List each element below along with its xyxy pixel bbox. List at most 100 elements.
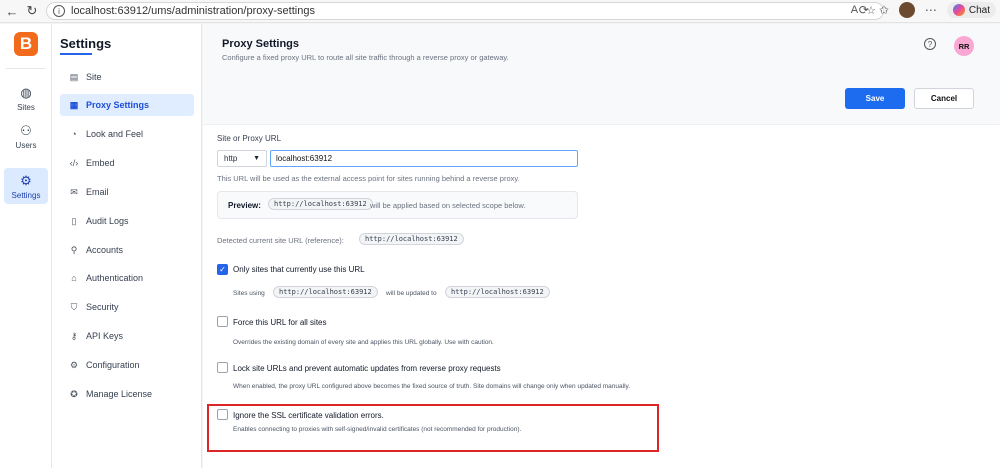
refresh-icon[interactable]: ↻ [22, 1, 42, 21]
save-button[interactable]: Save [845, 88, 905, 109]
rail-item-users[interactable]: ⚇ Users [4, 118, 48, 154]
sidebar-item-configuration[interactable]: ⚙ Configuration [60, 354, 194, 376]
sidebar-item-label: Look and Feel [86, 129, 144, 139]
sidebar-item-label: Audit Logs [86, 216, 129, 226]
rail-item-label: Users [15, 140, 37, 150]
back-icon[interactable]: ← [2, 1, 22, 21]
sites-using-mid: will be updated to [386, 290, 437, 297]
profile-avatar[interactable] [898, 2, 915, 18]
sidebar-item-label: Proxy Settings [86, 100, 150, 110]
chat-button-label: Chat [968, 4, 990, 16]
sidebar-item-label: Accounts [86, 245, 124, 255]
gear-icon: ⚙ [20, 172, 32, 188]
sidebar-item-label: API Keys [86, 331, 124, 341]
only-matching-sites-checkbox[interactable]: ✓ [217, 264, 228, 275]
sidebar-item-label: Email [86, 187, 109, 197]
preview-suffix: will be applied based on selected scope … [370, 201, 526, 210]
lock-site-urls-label: Lock site URLs and prevent automatic upd… [233, 364, 501, 373]
sidebar-item-label: Security [86, 302, 119, 312]
header-divider [203, 124, 1000, 125]
rail-divider [6, 68, 46, 69]
help-icon[interactable]: ? [924, 38, 936, 50]
sidebar-item-embed[interactable]: ‹/› Embed [60, 152, 194, 174]
rail-item-settings[interactable]: ⚙ Settings [4, 168, 48, 204]
settings-sidebar: Settings ▤ Site ▦ Proxy Settings ◔ Look … [52, 24, 202, 468]
proxy-url-value: localhost:63912 [276, 154, 333, 163]
sidebar-item-security[interactable]: ⛉ Security [60, 296, 194, 318]
sidebar-item-accounts[interactable]: ⚲ Accounts [60, 239, 194, 261]
sites-using-from-url-pill: http://localhost:63912 [273, 286, 378, 298]
site-info-icon[interactable]: i [53, 5, 65, 17]
force-url-all-sites-checkbox[interactable] [217, 316, 228, 327]
code-icon: ‹/› [69, 158, 79, 168]
read-aloud-icon[interactable]: A [851, 4, 858, 17]
proxy-icon: ▦ [69, 99, 79, 110]
lock-site-urls-note: When enabled, the proxy URL configured a… [233, 383, 631, 390]
sidebar-item-manage-license[interactable]: ✪ Manage License [60, 383, 194, 405]
sidebar-item-api-keys[interactable]: ⚷ API Keys [60, 325, 194, 347]
detected-url-label: Detected current site URL (reference): [217, 236, 344, 245]
preview-label: Preview: [228, 201, 261, 210]
page-subtitle: Configure a fixed proxy URL to route all… [222, 53, 509, 62]
main-content: Proxy Settings Configure a fixed proxy U… [203, 24, 1000, 468]
sidebar-title-underline [60, 53, 92, 55]
sidebar-title: Settings [60, 36, 112, 51]
force-url-all-sites-label: Force this URL for all sites [233, 318, 327, 327]
only-matching-sites-label: Only sites that currently use this URL [233, 265, 365, 274]
page-header: Proxy Settings Configure a fixed proxy U… [203, 24, 1000, 124]
sidebar-item-site[interactable]: ▤ Site [60, 66, 194, 88]
address-text: localhost:63912/ums/administration/proxy… [71, 5, 315, 17]
site-icon: ▤ [69, 71, 79, 82]
sidebar-item-proxy-settings[interactable]: ▦ Proxy Settings [60, 94, 194, 116]
sidebar-item-look-and-feel[interactable]: ◔ Look and Feel [60, 123, 194, 145]
highlight-box [207, 404, 659, 452]
protocol-select[interactable]: http ▼ [217, 150, 267, 167]
protocol-value: http [224, 154, 238, 163]
accounts-icon: ⚲ [70, 244, 78, 255]
preview-box: Preview: http://localhost:63912 will be … [217, 191, 578, 219]
sidebar-item-label: Site [86, 72, 102, 82]
address-bar[interactable]: i localhost:63912/ums/administration/pro… [46, 2, 884, 20]
license-icon: ✪ [70, 388, 78, 399]
detected-url-pill: http://localhost:63912 [359, 233, 464, 245]
app-rail: B ◍ Sites ⚇ Users ⚙ Settings [0, 24, 52, 468]
extensions-icon[interactable]: ⟳ [859, 3, 869, 17]
sites-using-prefix: Sites using [233, 290, 265, 297]
globe-icon: ◍ [20, 84, 32, 100]
sidebar-item-label: Manage License [86, 389, 153, 399]
audit-log-icon: ▯ [71, 215, 77, 226]
copilot-icon [952, 4, 965, 16]
more-menu-icon[interactable]: ⋯ [925, 3, 937, 17]
shield-icon: ⛉ [70, 301, 78, 312]
sites-using-to-url-pill: http://localhost:63912 [445, 286, 550, 298]
lock-icon: ⌂ [71, 273, 77, 283]
sidebar-item-label: Configuration [86, 360, 140, 370]
sidebar-item-audit-logs[interactable]: ▯ Audit Logs [60, 210, 194, 232]
proxy-url-input[interactable]: localhost:63912 [270, 150, 578, 167]
mail-icon: ✉ [70, 186, 78, 197]
users-icon: ⚇ [20, 122, 32, 138]
sidebar-item-email[interactable]: ✉ Email [60, 181, 194, 203]
palette-icon: ◔ [71, 129, 77, 139]
user-avatar[interactable]: RR [954, 36, 974, 56]
cancel-button[interactable]: Cancel [914, 88, 974, 109]
browser-toolbar: ← ↻ i localhost:63912/ums/administration… [0, 0, 1000, 23]
rail-item-label: Settings [11, 190, 41, 200]
chevron-down-icon: ▼ [253, 155, 260, 162]
sidebar-item-label: Embed [86, 158, 115, 168]
sidebar-item-label: Authentication [86, 273, 144, 283]
url-field-label: Site or Proxy URL [217, 134, 282, 143]
sidebar-item-authentication[interactable]: ⌂ Authentication [60, 267, 194, 289]
favorites-icon[interactable]: ✩ [879, 3, 889, 17]
configuration-gear-icon: ⚙ [69, 359, 79, 370]
page-title: Proxy Settings [222, 38, 300, 50]
rail-item-label: Sites [17, 102, 35, 112]
preview-url-pill: http://localhost:63912 [268, 198, 373, 210]
url-helper-text: This URL will be used as the external ac… [217, 174, 520, 183]
chat-button[interactable]: Chat [946, 2, 996, 18]
key-icon: ⚷ [70, 330, 78, 341]
rail-item-sites[interactable]: ◍ Sites [4, 80, 48, 116]
lock-site-urls-checkbox[interactable] [217, 362, 228, 373]
force-url-all-sites-note: Overrides the existing domain of every s… [233, 339, 494, 346]
app-logo[interactable]: B [14, 32, 38, 56]
